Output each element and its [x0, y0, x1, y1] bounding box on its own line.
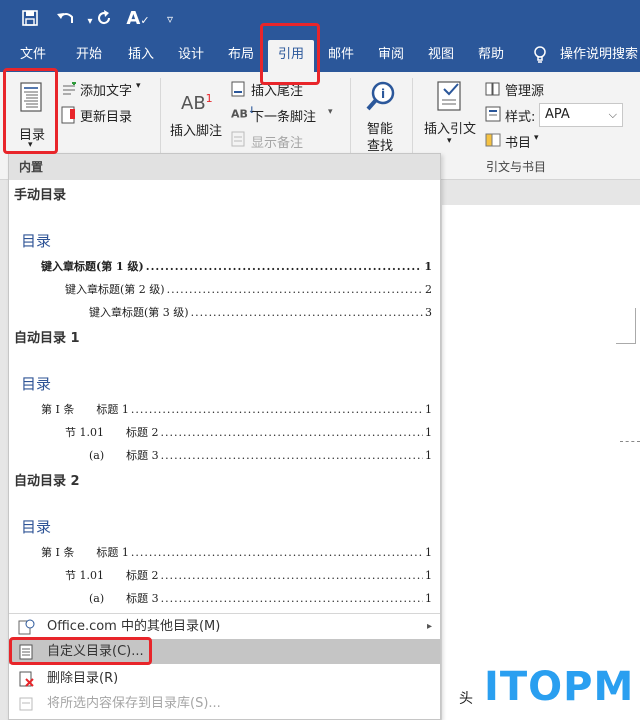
show-notes-icon: [231, 131, 245, 147]
footnote-icon: AB1: [181, 92, 213, 114]
toc-preview-row: (a) 标题 31: [89, 447, 432, 463]
menu-item-label: Office.com 中的其他目录(M): [47, 619, 221, 634]
toc-dropdown-menu: 内置 手动目录 目录 键入章标题(第 1 级)1 键入章标题(第 2 级)2 键…: [8, 153, 441, 720]
style-label: 样式:: [505, 110, 536, 125]
tab-layout[interactable]: 布局: [220, 40, 262, 72]
toc-preview-row: 键入章标题(第 3 级)3: [89, 304, 432, 320]
insert-footnote-label: 插入脚注: [170, 124, 223, 139]
toc-preview-row: 键入章标题(第 1 级)1: [41, 258, 432, 274]
add-text-button[interactable]: 添加文字: [80, 80, 132, 99]
highlight-references-tab: [260, 23, 320, 85]
citation-style-value: APA: [545, 107, 570, 122]
toc-preview-heading: 目录: [21, 375, 52, 393]
office-globe-icon: [18, 619, 35, 635]
update-toc-icon: [61, 106, 75, 124]
undo-icon[interactable]: [54, 9, 78, 32]
citation-icon: [437, 81, 461, 111]
highlight-custom-toc: [9, 637, 152, 665]
chevron-down-icon: ▾: [447, 136, 452, 146]
search-icon: i: [366, 81, 395, 111]
smart-lookup-label-2: 查找: [367, 139, 394, 154]
toc-preview-row: 节 1.01 标题 21: [65, 424, 432, 440]
chevron-down-icon: ▾: [136, 81, 141, 91]
tab-view[interactable]: 视图: [420, 40, 462, 72]
group-label-citations: 引文与书目: [486, 160, 547, 174]
title-bar: ▾ A✓ ▿: [0, 0, 640, 40]
page-break-line: [620, 441, 640, 442]
insert-citation-label: 插入引文: [424, 122, 477, 137]
document-text: 头: [459, 691, 473, 707]
toc-preview-row: 节 1.01 标题 21: [65, 567, 432, 583]
chevron-down-icon: ▾: [534, 133, 539, 143]
manage-sources-button[interactable]: 管理源: [505, 80, 544, 99]
lightbulb-icon: [534, 46, 546, 63]
redo-icon[interactable]: [92, 9, 116, 32]
chevron-down-icon: ▾: [328, 107, 333, 117]
toc-preview-heading: 目录: [21, 232, 52, 250]
margin-corner-mark: [616, 308, 636, 344]
manage-sources-icon: [485, 82, 500, 96]
document-page[interactable]: [442, 205, 640, 720]
ribbon-tabs: 文件 开始 插入 设计 布局 引用 邮件 审阅 视图 帮助 操作说明搜索: [0, 40, 640, 72]
spelling-icon[interactable]: A✓: [126, 9, 150, 31]
citation-style-select[interactable]: APA ⌵: [539, 103, 623, 127]
insert-footnote-button[interactable]: AB1 插入脚注: [168, 80, 226, 150]
toc-preview-heading: 目录: [21, 518, 52, 536]
gallery-title-manual: 手动目录: [14, 188, 67, 203]
save-selection-icon: [19, 697, 33, 711]
menu-item-delete-toc[interactable]: 删除目录(R): [9, 666, 440, 691]
bibliography-icon: [485, 133, 501, 147]
menu-item-office-toc[interactable]: Office.com 中的其他目录(M) ▸: [9, 614, 440, 639]
toc-preview-row: 第 I 条 标题 11: [41, 401, 432, 417]
endnote-icon: [231, 81, 245, 97]
menu-item-label: 将所选内容保存到目录库(S)...: [47, 696, 221, 711]
delete-toc-icon: [19, 671, 34, 687]
toc-preview-row: 第 I 条 标题 11: [41, 544, 432, 560]
gallery-title-auto-2: 自动目录 2: [14, 474, 80, 489]
insert-citation-button[interactable]: 插入引文 ▾: [420, 78, 480, 154]
svg-text:i: i: [381, 87, 385, 101]
highlight-toc-button: [3, 68, 58, 154]
gallery-header: 内置: [9, 154, 440, 180]
tell-me-search[interactable]: 操作说明搜索: [560, 40, 640, 72]
gallery-title-auto-1: 自动目录 1: [14, 331, 80, 346]
chevron-down-icon: ⌵: [608, 108, 617, 121]
bibliography-button[interactable]: 书目: [505, 132, 531, 151]
toc-preview-row: (a) 标题 31: [89, 590, 432, 606]
smart-lookup-button[interactable]: i 智能 查找: [356, 78, 408, 154]
chevron-down-icon[interactable]: ▿: [158, 9, 182, 29]
save-icon[interactable]: [18, 9, 42, 32]
toc-preview-row: 键入章标题(第 2 级)2: [65, 281, 432, 297]
add-text-icon: [63, 82, 76, 95]
style-icon: [485, 106, 501, 122]
tab-home[interactable]: 开始: [68, 40, 110, 72]
watermark-logo: ITOPM: [484, 664, 635, 710]
update-toc-button[interactable]: 更新目录: [80, 106, 132, 125]
chevron-right-icon: ▸: [426, 621, 432, 632]
show-notes-button[interactable]: 显示备注: [251, 132, 303, 151]
tab-insert[interactable]: 插入: [120, 40, 162, 72]
tab-review[interactable]: 审阅: [370, 40, 412, 72]
menu-item-label: 删除目录(R): [47, 671, 119, 686]
tab-help[interactable]: 帮助: [470, 40, 512, 72]
next-footnote-button[interactable]: 下一条脚注: [251, 106, 316, 125]
tab-mailings[interactable]: 邮件: [320, 40, 362, 72]
tab-design[interactable]: 设计: [170, 40, 212, 72]
menu-item-save-to-gallery[interactable]: 将所选内容保存到目录库(S)...: [9, 691, 440, 716]
